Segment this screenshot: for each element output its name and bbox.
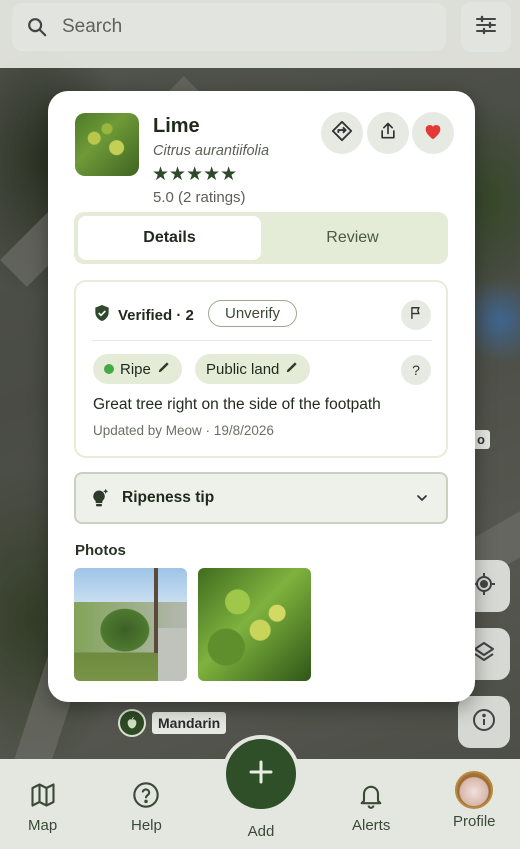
ripeness-tip-dropdown[interactable]: Ripeness tip [74, 472, 448, 524]
flag-icon [409, 306, 423, 325]
map-marker-label: Mandarin [152, 712, 227, 734]
nav-label: Profile [453, 813, 496, 830]
sliders-icon [474, 13, 498, 42]
ripe-chip[interactable]: Ripe [93, 354, 182, 384]
search-bar[interactable] [12, 3, 446, 51]
shield-check-icon [94, 304, 110, 326]
photo-thumbnail[interactable] [74, 568, 187, 681]
divider [92, 340, 432, 341]
share-icon [378, 121, 398, 146]
info-panel: Verified · 2 Unverify Ripe Public land ?… [74, 280, 448, 458]
tab-review[interactable]: Review [261, 216, 444, 260]
plus-icon [246, 757, 276, 792]
filter-button[interactable] [461, 2, 511, 52]
map-icon [29, 781, 57, 813]
verified-status: Verified · 2 [94, 304, 194, 326]
tip-label: Ripeness tip [122, 489, 215, 506]
share-button[interactable] [367, 112, 409, 154]
search-icon [12, 16, 62, 38]
heart-icon [422, 120, 444, 147]
updated-info: Updated by Meow · 19/8/2026 [93, 423, 274, 438]
lightbulb-icon [76, 487, 122, 509]
nav-label: Add [247, 823, 275, 840]
avatar [455, 771, 494, 809]
description: Great tree right on the side of the foot… [93, 396, 381, 413]
chip-label: Ripe [120, 360, 151, 378]
pencil-icon [285, 360, 299, 378]
tab-details[interactable]: Details [78, 216, 261, 260]
directions-button[interactable] [321, 112, 363, 154]
pencil-icon [157, 360, 171, 378]
detail-tabs: Details Review [74, 212, 448, 264]
star-rating: ★★★★★ [152, 164, 238, 185]
top-bar [0, 0, 520, 68]
layers-icon [472, 640, 496, 669]
help-circle-icon [132, 781, 160, 813]
photo-thumbnail[interactable] [198, 568, 311, 681]
search-input[interactable] [62, 16, 422, 38]
report-button[interactable] [401, 300, 431, 330]
nav-alerts[interactable]: Alerts [352, 781, 390, 834]
nav-label: Map [28, 817, 58, 834]
nav-label: Alerts [352, 817, 391, 834]
info-icon [472, 708, 496, 737]
crosshair-icon [472, 572, 496, 601]
plant-thumbnail[interactable] [75, 113, 139, 176]
ripe-status-dot [104, 364, 114, 374]
bell-icon [357, 781, 385, 813]
rating-count: 5.0 (2 ratings) [153, 189, 246, 206]
nav-profile[interactable]: Profile [453, 771, 496, 830]
photos-heading: Photos [75, 542, 126, 559]
nav-label: Help [131, 817, 162, 834]
help-button[interactable]: ? [401, 355, 431, 385]
plant-name: Lime [153, 115, 200, 137]
directions-icon [331, 120, 353, 147]
map-marker-mandarin[interactable]: Mandarin [118, 709, 227, 737]
plant-detail-card: Lime Citrus aurantiifolia ★★★★★ 5.0 (2 r… [48, 91, 475, 702]
nav-map[interactable]: Map [28, 781, 57, 834]
nav-help[interactable]: Help [131, 781, 162, 834]
fruit-marker-icon [118, 709, 146, 737]
favorite-button[interactable] [412, 112, 454, 154]
add-button[interactable] [222, 735, 300, 813]
plant-scientific-name: Citrus aurantiifolia [153, 143, 270, 159]
chip-label: Public land [206, 360, 280, 378]
unverify-button[interactable]: Unverify [208, 300, 297, 327]
land-type-chip[interactable]: Public land [195, 354, 311, 384]
verified-label: Verified · 2 [118, 306, 194, 324]
photo-detail [158, 628, 187, 681]
chevron-down-icon [414, 490, 430, 511]
info-button[interactable] [458, 696, 510, 748]
